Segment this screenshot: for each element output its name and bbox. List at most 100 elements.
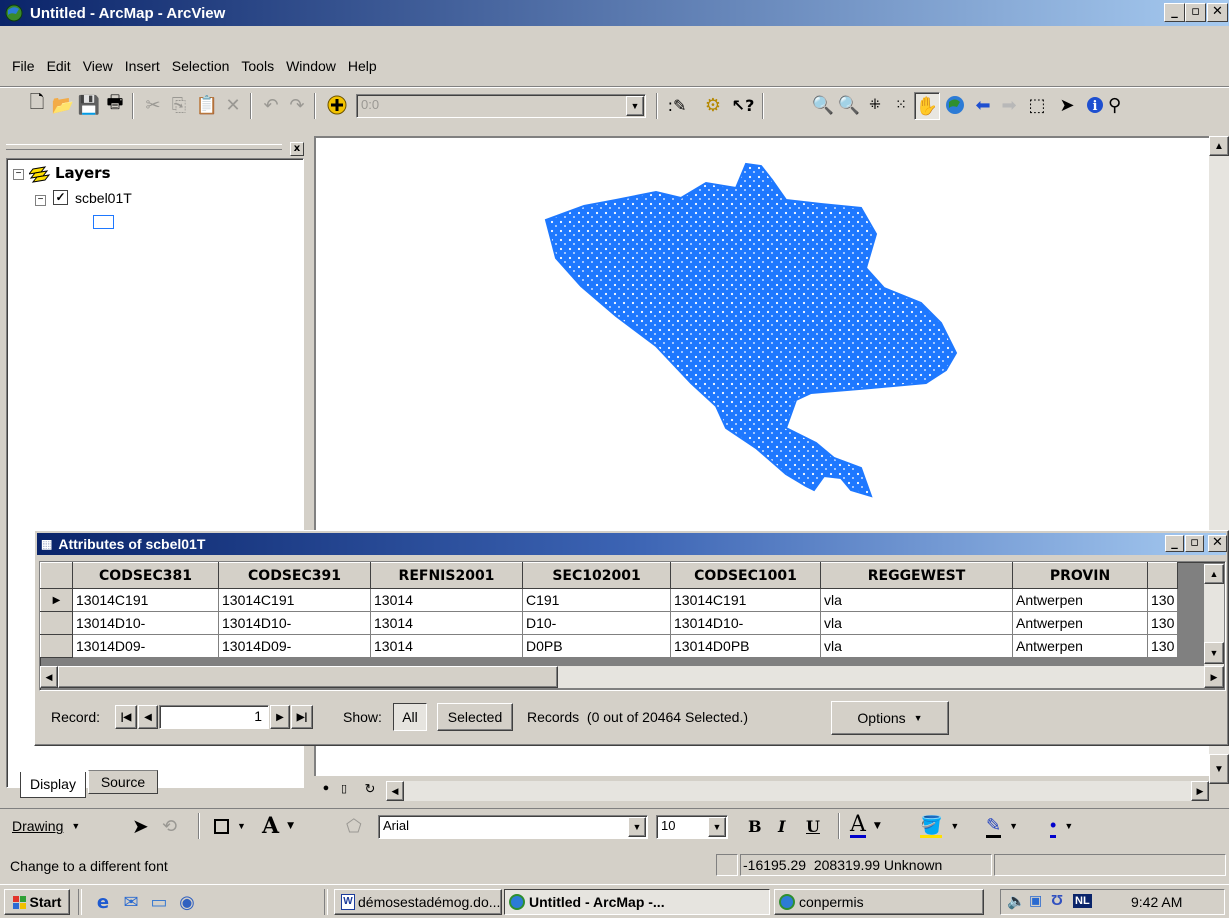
pan-icon[interactable]: ✋ (914, 92, 940, 120)
internet-explorer-icon[interactable]: e (90, 887, 116, 917)
scale-dropdown-arrow[interactable]: ▼ (626, 96, 644, 116)
task-word-document[interactable]: W démosestadémog.do... (334, 889, 502, 915)
fill-color-icon[interactable]: 🪣 ▼ (920, 811, 960, 841)
table-cell[interactable]: D10- (522, 611, 671, 635)
antivirus-icon[interactable]: Ʊ (1051, 892, 1063, 909)
clock[interactable]: 9:42 AM (1131, 894, 1182, 910)
row-selector-header[interactable] (40, 562, 73, 589)
font-name-combobox[interactable]: Arial ▼ (378, 815, 648, 839)
grid-horizontal-scrollbar[interactable]: ◀ ▶ (40, 666, 1224, 688)
grid-scroll-right-button[interactable]: ▶ (1204, 666, 1224, 688)
menu-selection[interactable]: Selection (172, 58, 230, 74)
table-cell[interactable]: 13014 (370, 634, 523, 658)
restore-button[interactable]: ▫ (1185, 3, 1206, 22)
column-header[interactable]: CODSEC1001 (670, 562, 821, 589)
table-cell[interactable]: C191 (522, 588, 671, 612)
belgium-polygon[interactable] (544, 162, 958, 498)
previous-extent-icon[interactable]: ⬅ (970, 90, 996, 120)
next-extent-icon[interactable]: ➡ (996, 90, 1022, 120)
text-tool-icon[interactable]: A ▼ (262, 811, 294, 841)
table-cell[interactable]: 13014 (370, 588, 523, 612)
network-icon[interactable]: ▣ (1029, 892, 1042, 909)
menu-edit[interactable]: Edit (47, 58, 71, 74)
layer-collapse-toggle[interactable]: − (35, 195, 46, 206)
record-number-input[interactable]: 1 (159, 705, 269, 729)
table-cell[interactable]: 13014 (370, 611, 523, 635)
line-color-icon[interactable]: ✎ ▼ (986, 811, 1019, 841)
menu-view[interactable]: View (83, 58, 113, 74)
whats-this-help-icon[interactable]: ↖? (730, 90, 756, 120)
print-icon[interactable]: 🖶 (102, 90, 128, 120)
column-header[interactable]: REFNIS2001 (370, 562, 523, 589)
arctoolbox-icon[interactable]: ⚙ (700, 90, 726, 120)
rotate-icon[interactable]: ⟲ (162, 811, 178, 841)
table-cell[interactable]: 13014D10- (72, 611, 219, 635)
menu-tools[interactable]: Tools (241, 58, 274, 74)
toc-tab-source[interactable]: Source (88, 770, 158, 794)
map-scroll-right-button[interactable]: ▶ (1191, 781, 1209, 801)
layer-symbol-swatch[interactable] (93, 215, 114, 229)
table-cell[interactable]: D0PB (522, 634, 671, 658)
column-header[interactable] (1146, 562, 1179, 589)
map-scroll-left-button[interactable]: ◀ (386, 781, 404, 801)
table-row[interactable]: 13014D10- 13014D10- 13014 D10- 13014D10-… (40, 611, 1179, 635)
table-cell[interactable]: 13014D10- (218, 611, 371, 635)
italic-button[interactable]: I (778, 811, 786, 841)
layer-visibility-checkbox[interactable]: ✓ (53, 190, 68, 205)
table-cell[interactable]: Antwerpen (1012, 588, 1148, 612)
layout-view-icon[interactable]: ▯ (336, 782, 352, 798)
font-size-dropdown-arrow[interactable]: ▼ (708, 817, 726, 837)
map-scale-combobox[interactable]: 0:0 ▼ (356, 94, 646, 118)
table-maximize-button[interactable]: ▫ (1185, 535, 1204, 552)
drawing-menu-button[interactable]: Drawing ▼ (12, 811, 81, 841)
options-button[interactable]: Options ▼ (831, 701, 949, 735)
table-cell[interactable]: 13014D09- (218, 634, 371, 658)
refresh-view-icon[interactable]: ↻ (362, 781, 378, 797)
marker-color-icon[interactable]: • ▼ (1050, 811, 1074, 841)
full-extent-globe-icon[interactable] (942, 90, 968, 120)
zoom-in-icon[interactable]: 🔍 (810, 90, 836, 120)
close-button[interactable]: ✕ (1207, 3, 1228, 22)
table-cell[interactable]: 130 (1147, 611, 1179, 635)
last-record-button[interactable]: ▶| (291, 705, 313, 729)
previous-record-button[interactable]: ◀ (138, 705, 158, 729)
show-selected-button[interactable]: Selected (437, 703, 513, 731)
table-close-button[interactable]: ✕ (1208, 535, 1227, 552)
delete-icon[interactable]: ✕ (220, 90, 246, 120)
font-size-combobox[interactable]: 10 ▼ (656, 815, 728, 839)
menu-file[interactable]: File (12, 58, 35, 74)
table-cell[interactable]: Antwerpen (1012, 634, 1148, 658)
select-elements-icon[interactable]: ➤ (1054, 90, 1080, 120)
add-data-icon[interactable] (324, 90, 350, 120)
first-record-button[interactable]: |◀ (115, 705, 137, 729)
redo-icon[interactable]: ↷ (284, 90, 310, 120)
cut-icon[interactable]: ✂ (140, 90, 166, 120)
editor-toolbar-icon[interactable]: :✎ (664, 90, 690, 120)
task-conpermis[interactable]: conpermis (774, 889, 984, 915)
grid-scroll-up-button[interactable]: ▲ (1204, 564, 1224, 584)
grid-scroll-left-button[interactable]: ◀ (40, 666, 58, 688)
table-cell[interactable]: 13014C191 (72, 588, 219, 612)
select-features-icon[interactable]: ⬚ (1024, 90, 1050, 120)
find-icon[interactable]: ⚲ (1108, 90, 1128, 120)
media-player-icon[interactable]: ◉ (174, 887, 200, 917)
table-cell[interactable]: Antwerpen (1012, 611, 1148, 635)
column-header[interactable]: PROVIN (1012, 562, 1148, 589)
show-all-button[interactable]: All (393, 703, 427, 731)
edit-vertices-icon[interactable]: ⬠ (346, 811, 362, 841)
row-selector-current-icon[interactable]: ▶ (40, 588, 73, 612)
outlook-express-icon[interactable]: ✉ (118, 887, 144, 917)
font-name-dropdown-arrow[interactable]: ▼ (628, 817, 646, 837)
table-cell[interactable]: 130 (1147, 588, 1179, 612)
minimize-button[interactable]: _ (1164, 3, 1185, 22)
table-cell[interactable]: 13014D10- (670, 611, 821, 635)
menu-window[interactable]: Window (286, 58, 336, 74)
table-cell[interactable]: vla (820, 634, 1013, 658)
table-cell[interactable]: vla (820, 611, 1013, 635)
table-cell[interactable]: 13014C191 (670, 588, 821, 612)
map-scroll-up-button[interactable]: ▲ (1209, 136, 1229, 156)
zoom-out-icon[interactable]: 🔍 (836, 90, 862, 120)
table-cell[interactable]: 13014D09- (72, 634, 219, 658)
fixed-zoom-out-icon[interactable]: ⁙ (888, 90, 914, 120)
undo-icon[interactable]: ↶ (258, 90, 284, 120)
